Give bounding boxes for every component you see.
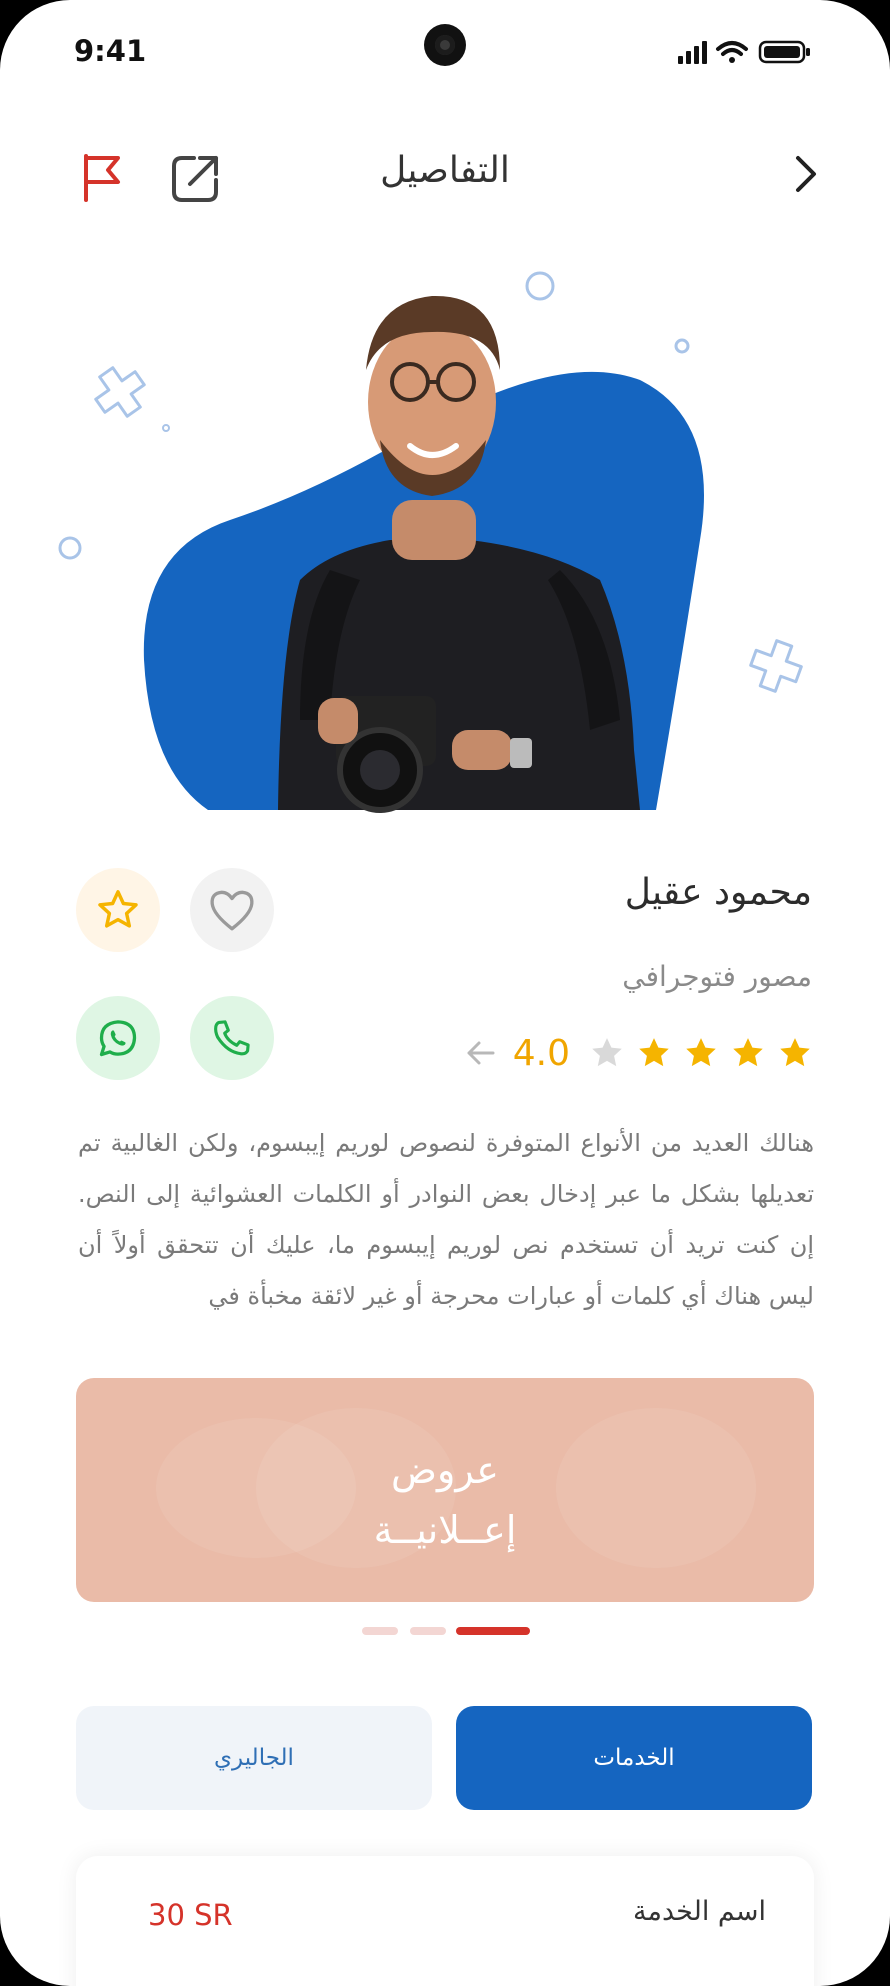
chevron-right-icon (796, 156, 816, 192)
battery-icon (758, 40, 810, 64)
banner-line-2: إعــلانيــة (373, 1508, 517, 1552)
carousel-dot[interactable] (410, 1627, 446, 1635)
heart-icon (210, 890, 254, 931)
profile-description: هنالك العديد من الأنواع المتوفرة لنصوص ل… (78, 1129, 814, 1310)
star-filled-icon (639, 1038, 669, 1067)
star-icon (98, 890, 138, 928)
star-filled-icon (686, 1038, 716, 1067)
decor-circle (525, 271, 555, 301)
back-button[interactable] (786, 152, 826, 200)
decor-cross-icon (94, 366, 146, 418)
rating-stars (590, 1036, 812, 1070)
decor-circle (674, 338, 690, 354)
whatsapp-button[interactable] (76, 996, 160, 1080)
status-time: 9:41 (74, 34, 147, 68)
favorite-button[interactable] (190, 868, 274, 952)
arrow-left-icon[interactable] (463, 1039, 499, 1067)
decor-circle (58, 536, 82, 560)
rate-button[interactable] (76, 868, 160, 952)
signal-icon (678, 41, 707, 64)
rating-row: 4.0 (463, 1025, 812, 1081)
phone-icon (214, 1020, 250, 1056)
wifi-icon (716, 41, 748, 63)
call-button[interactable] (190, 996, 274, 1080)
tab-services[interactable]: الخدمات (456, 1706, 812, 1810)
star-empty-icon (592, 1038, 622, 1067)
profile-hero (0, 250, 890, 820)
rating-value: 4.0 (512, 1032, 570, 1074)
service-name: اسم الخدمة (633, 1896, 766, 1927)
service-price: 30 SR (148, 1898, 233, 1932)
banner-line-1: عروض (391, 1448, 499, 1492)
carousel-dot[interactable] (362, 1627, 398, 1635)
profile-job-title: مصور فتوجرافي (622, 960, 812, 993)
phone-screen: 9:41 التفاصيل محمود عقيل مصور فتوجرافي 4… (0, 0, 890, 1986)
carousel-dot-active[interactable] (456, 1627, 530, 1635)
star-filled-icon (733, 1038, 763, 1067)
star-filled-icon (780, 1038, 810, 1067)
decor-cross-icon (749, 639, 803, 693)
whatsapp-icon (99, 1020, 137, 1057)
front-camera (424, 24, 466, 66)
banner-text: عروض إعــلانيــة (76, 1440, 814, 1560)
service-card[interactable]: اسم الخدمة 30 SR (76, 1856, 814, 1986)
decor-dot (162, 424, 170, 432)
page-title: التفاصيل (380, 150, 510, 191)
profile-name: محمود عقيل (624, 872, 812, 913)
tab-gallery[interactable]: الجاليري (76, 1706, 432, 1810)
status-icons (676, 38, 816, 70)
promo-banner[interactable]: عروض إعــلانيــة (76, 1378, 814, 1602)
